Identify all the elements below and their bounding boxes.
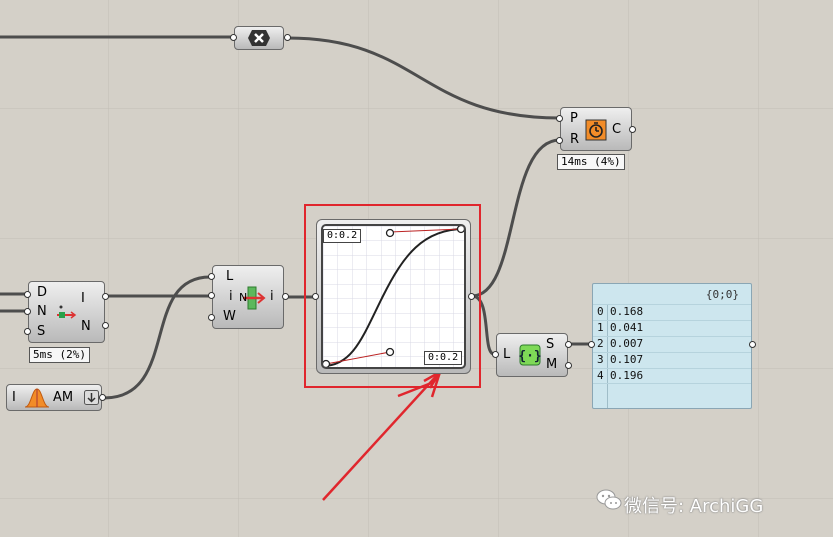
row-index: 3: [597, 353, 604, 366]
dns-input-port-n[interactable]: [24, 308, 31, 315]
data-panel[interactable]: {0;0} 0 0.168 1 0.041 2 0.007 3 0.107 4 …: [592, 283, 752, 409]
panel-output-port[interactable]: [749, 341, 756, 348]
input-label-n: N: [37, 304, 47, 319]
graph-mapper-curve: [323, 226, 464, 367]
pc-input-port-r[interactable]: [556, 137, 563, 144]
output-label-c: C: [612, 122, 622, 137]
row-value: 0.007: [610, 337, 644, 350]
liw-output-port-i[interactable]: [282, 293, 289, 300]
dns-input-port-s[interactable]: [24, 328, 31, 335]
panel-row: 3 0.107: [593, 352, 751, 367]
svg-text:{·}: {·}: [519, 349, 541, 364]
grasshopper-canvas[interactable]: P R C 14ms (4%) D N S I N 5ms (2%) I AM …: [0, 0, 833, 537]
input-label-l: L: [226, 269, 234, 284]
control-point-start: [323, 359, 331, 367]
am-label: AM: [53, 390, 74, 405]
row-index: 4: [597, 369, 604, 382]
timer-icon: [585, 119, 607, 145]
lsm-output-port-m[interactable]: [565, 362, 572, 369]
pc-output-port-c[interactable]: [629, 126, 636, 133]
dns-component[interactable]: D N S I N: [28, 281, 105, 343]
row-value: 0.196: [610, 369, 644, 382]
graph-range-bottom: 0:0.2: [424, 351, 463, 365]
am-output-port[interactable]: [99, 394, 106, 401]
graph-range-top: 0:0.2: [323, 229, 362, 243]
row-value: 0.041: [610, 321, 644, 334]
x-input-port[interactable]: [230, 34, 237, 41]
row-index: 0: [597, 305, 604, 318]
panel-row: 0 0.168: [593, 304, 751, 319]
dns-output-port-n[interactable]: [102, 322, 109, 329]
output-label-i: I: [81, 291, 85, 306]
control-point-bottom: [385, 347, 395, 357]
x-output-port[interactable]: [284, 34, 291, 41]
liw-input-port-l[interactable]: [208, 273, 215, 280]
lsm-output-port-s[interactable]: [565, 341, 572, 348]
bell-curve-icon: [24, 387, 50, 413]
panel-input-port[interactable]: [588, 341, 595, 348]
graph-mapper-plot[interactable]: [321, 224, 466, 369]
point-arrow-icon: [55, 304, 79, 324]
pc-timing-badge: 14ms (4%): [557, 154, 625, 170]
panel-path: {0;0}: [705, 288, 739, 301]
input-label-r: R: [570, 132, 580, 147]
input-label-p: P: [570, 111, 578, 126]
input-label-i: i: [229, 289, 233, 304]
center-label-n: N: [239, 291, 248, 304]
pc-component[interactable]: P R C: [560, 107, 632, 151]
output-label-s: S: [546, 337, 555, 352]
close-x-icon: [247, 29, 271, 51]
graph-output-port[interactable]: [468, 293, 475, 300]
panel-row: 2 0.007: [593, 336, 751, 351]
input-label-s: S: [37, 324, 46, 339]
control-point-top: [385, 228, 395, 238]
down-arrow-icon[interactable]: [84, 390, 99, 409]
dns-timing-badge: 5ms (2%): [29, 347, 90, 363]
x-component[interactable]: [234, 26, 284, 50]
output-label-m: M: [546, 357, 558, 372]
lsm-input-port-l[interactable]: [492, 351, 499, 358]
row-index: 1: [597, 321, 604, 334]
control-point-end: [456, 226, 464, 234]
graph-input-port[interactable]: [312, 293, 319, 300]
lsm-component[interactable]: L {·} S M: [496, 333, 568, 377]
output-label-n: N: [81, 319, 91, 334]
output-label-i: i: [270, 289, 274, 304]
panel-row: 1 0.041: [593, 320, 751, 335]
pc-input-port-p[interactable]: [556, 115, 563, 122]
row-value: 0.107: [610, 353, 644, 366]
dns-output-port-i[interactable]: [102, 293, 109, 300]
list-brace-icon: {·}: [518, 344, 542, 370]
dns-input-port-d[interactable]: [24, 291, 31, 298]
watermark-text: 微信号: ArchiGG: [624, 496, 764, 517]
am-component[interactable]: I AM: [6, 384, 102, 411]
input-label-i: I: [12, 390, 16, 405]
input-label-d: D: [37, 285, 48, 300]
liw-component[interactable]: L i W N i: [212, 265, 284, 329]
liw-input-port-i[interactable]: [208, 292, 215, 299]
wechat-icon: [596, 488, 622, 516]
panel-row: 4 0.196: [593, 368, 751, 384]
row-index: 2: [597, 337, 604, 350]
input-label-w: W: [223, 309, 236, 324]
row-value: 0.168: [610, 305, 644, 318]
input-label-l: L: [503, 347, 511, 362]
liw-input-port-w[interactable]: [208, 314, 215, 321]
